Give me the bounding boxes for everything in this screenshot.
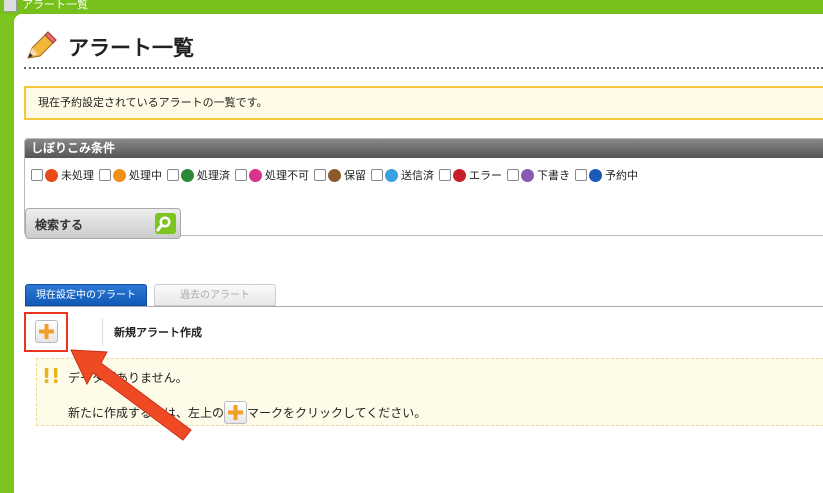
status-filter-8[interactable]: 予約中 xyxy=(575,167,638,183)
window-title-bar: アラート一覧 xyxy=(0,0,823,14)
status-checkbox[interactable] xyxy=(314,169,326,181)
draft-icon xyxy=(521,168,534,182)
warning-icon: !! xyxy=(42,364,61,388)
add-row-separator xyxy=(102,318,103,346)
status-label: 処理中 xyxy=(129,169,162,182)
status-filter-2[interactable]: 処理済 xyxy=(167,167,230,183)
inline-plus-icon xyxy=(224,401,248,424)
status-filter-3[interactable]: 処理不可 xyxy=(235,167,309,183)
status-checkbox[interactable] xyxy=(235,169,247,181)
status-checkbox[interactable] xyxy=(575,169,587,181)
add-alert-highlight xyxy=(24,312,68,352)
pending-icon xyxy=(328,168,341,182)
status-filter-0[interactable]: 未処理 xyxy=(31,167,94,183)
empty-instruction: 新たに作成するには、左上の マークをクリックしてください。 xyxy=(68,401,426,424)
scheduled-icon xyxy=(589,168,602,182)
instruction-pre: 新たに作成するには、左上の xyxy=(68,406,225,420)
processing-icon xyxy=(113,168,126,182)
filter-heading: しぼりこみ条件 xyxy=(25,139,823,158)
main-panel: アラート一覧 現在予約設定されているアラートの一覧です。 しぼりこみ条件 未処理… xyxy=(14,14,823,493)
add-alert-button[interactable] xyxy=(35,320,58,343)
empty-state-box: !! データがありません。 新たに作成するには、左上の マークをクリックしてくださ… xyxy=(36,358,823,426)
tab-past-alerts[interactable]: 過去のアラート xyxy=(154,284,276,306)
status-label: 下書き xyxy=(537,169,570,182)
status-label: 保留 xyxy=(344,169,366,182)
unprocessed-icon xyxy=(45,168,58,182)
window-title: アラート一覧 xyxy=(22,0,88,11)
title-divider xyxy=(24,67,823,69)
status-label: 処理済 xyxy=(197,169,230,182)
pencil-icon xyxy=(27,31,57,59)
status-label: 送信済 xyxy=(401,169,434,182)
status-filter-4[interactable]: 保留 xyxy=(314,167,366,183)
status-label: 未処理 xyxy=(61,169,94,182)
plus-icon xyxy=(39,324,54,339)
empty-message: データがありません。 xyxy=(68,371,188,385)
status-checkbox[interactable] xyxy=(99,169,111,181)
status-checkbox[interactable] xyxy=(167,169,179,181)
status-label: 処理不可 xyxy=(265,169,309,182)
status-label: エラー xyxy=(469,169,502,182)
status-filter-7[interactable]: 下書き xyxy=(507,167,570,183)
processed-icon xyxy=(181,168,194,182)
status-label: 予約中 xyxy=(605,169,638,182)
tab-current-alerts[interactable]: 現在設定中のアラート xyxy=(25,284,147,306)
search-button[interactable]: 検索する xyxy=(25,208,181,239)
status-filter-6[interactable]: エラー xyxy=(439,167,502,183)
sent-icon xyxy=(385,168,398,182)
notice-message: 現在予約設定されているアラートの一覧です。 xyxy=(24,86,823,120)
search-button-label: 検索する xyxy=(35,218,84,232)
status-filter-5[interactable]: 送信済 xyxy=(371,167,434,183)
tab-divider xyxy=(25,306,823,307)
instruction-post: マークをクリックしてください。 xyxy=(247,406,427,420)
status-checkbox[interactable] xyxy=(31,169,43,181)
page-title: アラート一覧 xyxy=(68,36,194,60)
status-checkbox[interactable] xyxy=(371,169,383,181)
status-checkbox[interactable] xyxy=(507,169,519,181)
error-icon xyxy=(453,168,466,182)
status-filter-1[interactable]: 処理中 xyxy=(99,167,162,183)
search-icon xyxy=(155,213,176,234)
unprocessable-icon xyxy=(249,168,262,182)
new-alert-label: 新規アラート作成 xyxy=(114,326,202,339)
status-checkbox[interactable] xyxy=(439,169,451,181)
document-icon xyxy=(3,0,17,12)
status-filter-row: 未処理 処理中 処理済 処理不可 保留 送信済 エラー 下書き 予約中 xyxy=(31,167,643,183)
